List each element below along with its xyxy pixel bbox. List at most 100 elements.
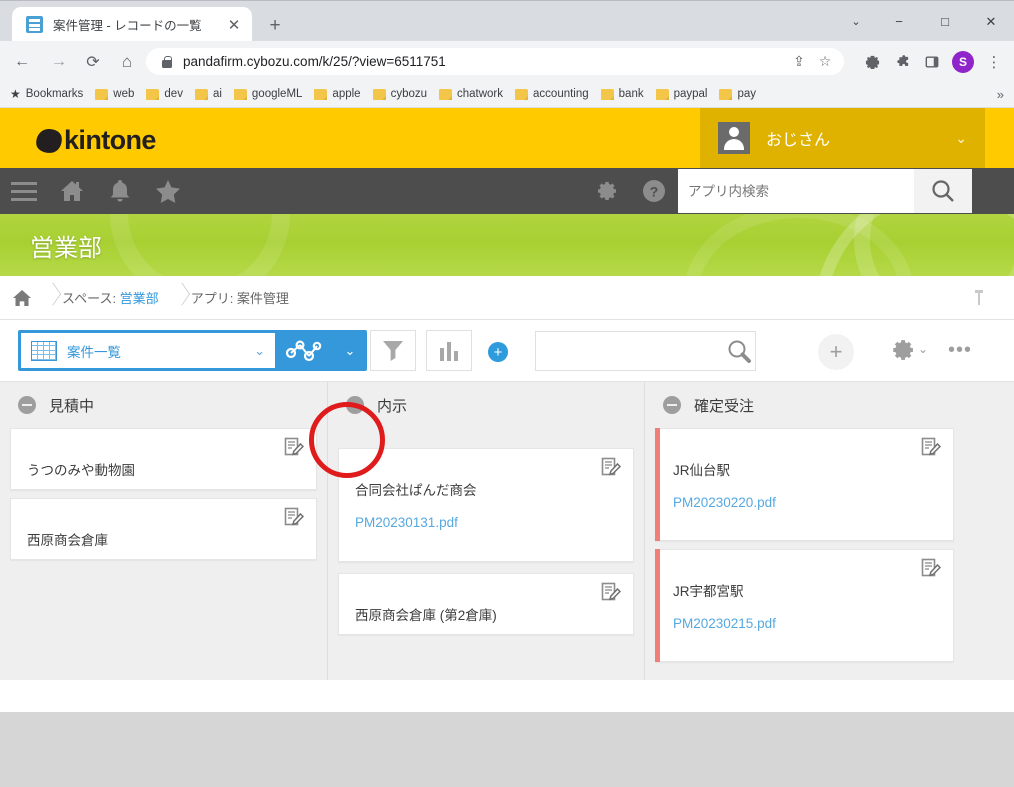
kintone-favicon-icon bbox=[26, 16, 43, 33]
address-bar[interactable]: pandafirm.cybozu.com/k/25/?view=6511751 … bbox=[146, 48, 844, 75]
collapse-minus-icon[interactable] bbox=[18, 396, 36, 414]
kanban-card-file-link[interactable]: PM20230220.pdf bbox=[673, 495, 939, 510]
star-icon[interactable] bbox=[144, 168, 192, 214]
bookmarks-overflow-icon[interactable]: » bbox=[997, 87, 1004, 102]
minimize-icon[interactable]: − bbox=[876, 1, 922, 42]
more-options-button[interactable]: ••• bbox=[948, 340, 972, 360]
search-icon[interactable] bbox=[722, 338, 755, 364]
folder-icon bbox=[656, 89, 669, 100]
app-settings-button[interactable] bbox=[890, 338, 914, 362]
app-search-input[interactable] bbox=[688, 184, 914, 199]
close-icon[interactable]: ✕ bbox=[224, 15, 244, 35]
maximize-icon[interactable]: □ bbox=[922, 1, 968, 42]
pin-icon[interactable] bbox=[972, 289, 986, 312]
table-view-icon bbox=[31, 341, 57, 361]
menu-icon[interactable] bbox=[0, 168, 48, 214]
collapse-minus-icon[interactable] bbox=[346, 396, 364, 414]
kanban-card[interactable]: JR宇都宮駅 PM20230215.pdf bbox=[655, 549, 954, 662]
url-text: pandafirm.cybozu.com/k/25/?view=6511751 bbox=[183, 54, 786, 69]
bookmark-item[interactable]: pay bbox=[719, 88, 756, 100]
bookmark-item[interactable]: chatwork bbox=[439, 88, 503, 100]
folder-icon bbox=[373, 89, 386, 100]
bookmark-item[interactable]: dev bbox=[146, 88, 183, 100]
kanban-card[interactable]: うつのみや動物園 bbox=[10, 428, 317, 490]
kanban-column-header: 見積中 bbox=[10, 382, 317, 428]
side-panel-icon[interactable] bbox=[918, 48, 946, 75]
bookmarks-label[interactable]: ★ Bookmarks bbox=[10, 87, 83, 101]
user-menu[interactable]: おじさん ⌄ bbox=[700, 108, 985, 168]
bookmark-item[interactable]: googleML bbox=[234, 88, 303, 100]
bookmark-label: bank bbox=[619, 88, 644, 100]
bookmark-item[interactable]: accounting bbox=[515, 88, 589, 100]
bookmark-label: ai bbox=[213, 88, 222, 100]
kanban-card[interactable]: JR仙台駅 PM20230220.pdf bbox=[655, 428, 954, 541]
home-icon[interactable] bbox=[48, 168, 96, 214]
view-selector-main[interactable]: 案件一覧 ⌄ bbox=[21, 333, 275, 368]
profile-avatar[interactable]: S bbox=[952, 51, 974, 73]
bookmark-star-icon[interactable]: ☆ bbox=[812, 50, 838, 74]
note-edit-icon[interactable] bbox=[284, 507, 304, 532]
chart-button[interactable] bbox=[426, 330, 472, 371]
gear-icon[interactable] bbox=[858, 48, 886, 75]
app-toolbar: 案件一覧 ⌄ ⌄ bbox=[0, 320, 1014, 382]
app-search-button[interactable] bbox=[914, 169, 972, 213]
breadcrumb-space-link[interactable]: 営業部 bbox=[120, 291, 159, 306]
gear-icon[interactable] bbox=[582, 168, 630, 214]
kanban-card-file-link[interactable]: PM20230215.pdf bbox=[673, 616, 939, 631]
forward-icon[interactable]: → bbox=[47, 50, 71, 74]
browser-menu-icon[interactable]: ⋮ bbox=[980, 48, 1008, 75]
keyword-search-box[interactable] bbox=[535, 331, 756, 371]
bookmark-label: dev bbox=[164, 88, 183, 100]
kanban-card[interactable]: 西原商会倉庫 bbox=[10, 498, 317, 560]
home-icon[interactable]: ⌂ bbox=[115, 50, 139, 74]
view-selector[interactable]: 案件一覧 ⌄ ⌄ bbox=[18, 330, 367, 371]
bookmark-label: googleML bbox=[252, 88, 303, 100]
window-close-icon[interactable]: ✕ bbox=[968, 1, 1014, 42]
breadcrumb-space[interactable]: スペース: 営業部 bbox=[62, 288, 159, 307]
keyword-search-input[interactable] bbox=[536, 344, 722, 359]
breadcrumb-home-icon[interactable] bbox=[0, 290, 44, 306]
kanban-card[interactable]: 西原商会倉庫 (第2倉庫) bbox=[338, 573, 634, 635]
back-icon[interactable]: ← bbox=[10, 50, 34, 74]
note-edit-icon[interactable] bbox=[601, 582, 621, 607]
bookmark-item[interactable]: paypal bbox=[656, 88, 708, 100]
chevron-down-icon[interactable]: ⌄ bbox=[254, 343, 265, 359]
tab-title: 案件管理 - レコードの一覧 bbox=[53, 15, 224, 34]
avatar bbox=[718, 122, 750, 154]
graph-view-icon[interactable] bbox=[275, 330, 333, 371]
add-record-button[interactable]: + bbox=[818, 334, 854, 370]
kanban-card[interactable]: 合同会社ぱんだ商会 PM20230131.pdf bbox=[338, 448, 634, 562]
collapse-minus-icon[interactable] bbox=[663, 396, 681, 414]
app-search-box[interactable] bbox=[678, 169, 914, 213]
bookmarks-text: Bookmarks bbox=[26, 88, 84, 100]
add-view-button[interactable]: + bbox=[488, 342, 508, 362]
bookmark-label: cybozu bbox=[391, 88, 427, 100]
note-edit-icon[interactable] bbox=[921, 558, 941, 583]
bell-icon[interactable] bbox=[96, 168, 144, 214]
bookmark-item[interactable]: cybozu bbox=[373, 88, 427, 100]
browser-tab[interactable]: 案件管理 - レコードの一覧 ✕ bbox=[12, 7, 252, 42]
reload-icon[interactable]: ⟳ bbox=[81, 50, 105, 74]
kintone-logo[interactable]: kintone bbox=[36, 125, 156, 156]
kanban-card-title: 西原商会倉庫 bbox=[27, 529, 302, 549]
filter-button[interactable] bbox=[370, 330, 416, 371]
extensions-puzzle-icon[interactable] bbox=[888, 48, 916, 75]
bookmark-label: apple bbox=[332, 88, 360, 100]
kanban-card-title: 合同会社ぱんだ商会 bbox=[355, 479, 619, 499]
chevron-down-icon[interactable]: ⌄ bbox=[836, 1, 876, 42]
bookmark-item[interactable]: web bbox=[95, 88, 134, 100]
bookmark-item[interactable]: ai bbox=[195, 88, 222, 100]
chevron-down-icon[interactable]: ⌄ bbox=[955, 130, 967, 147]
new-tab-button[interactable]: + bbox=[262, 13, 288, 39]
bookmark-item[interactable]: apple bbox=[314, 88, 360, 100]
settings-chevron-down-icon[interactable]: ⌄ bbox=[918, 342, 928, 356]
note-edit-icon[interactable] bbox=[921, 437, 941, 462]
kanban-card-file-link[interactable]: PM20230131.pdf bbox=[355, 515, 619, 530]
window-controls: ⌄ − □ ✕ bbox=[836, 1, 1014, 42]
bookmark-item[interactable]: bank bbox=[601, 88, 644, 100]
help-icon[interactable]: ? bbox=[630, 168, 678, 214]
note-edit-icon[interactable] bbox=[284, 437, 304, 462]
graph-chevron-down-icon[interactable]: ⌄ bbox=[333, 330, 367, 371]
share-icon[interactable]: ⇪ bbox=[786, 50, 812, 74]
note-edit-icon[interactable] bbox=[601, 457, 621, 482]
